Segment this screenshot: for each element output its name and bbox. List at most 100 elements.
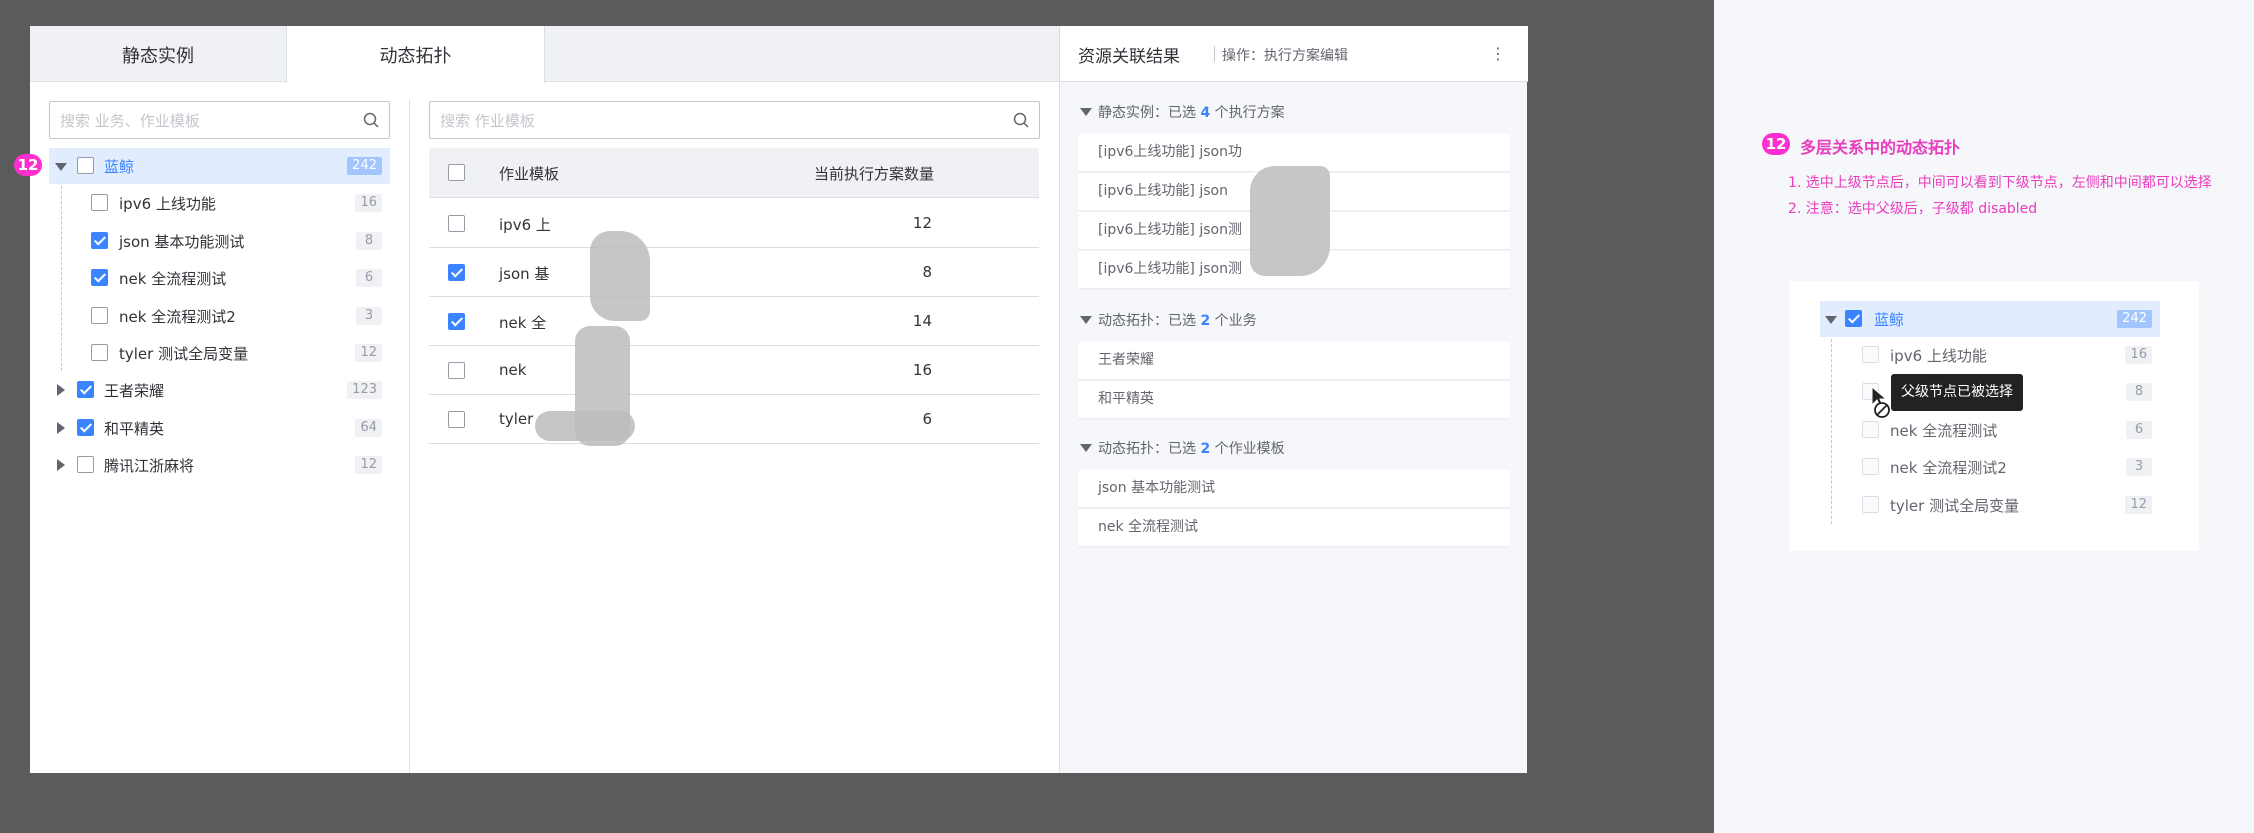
tree-label-mj[interactable]: 腾讯江浙麻将 <box>104 455 194 476</box>
example-checkbox-disabled <box>1862 458 1879 475</box>
caret-down-icon[interactable] <box>1080 108 1092 116</box>
result-title: 资源关联结果 <box>1078 47 1180 67</box>
example-count: 6 <box>2126 421 2152 439</box>
select-all-checkbox[interactable] <box>448 164 465 181</box>
tree-checkbox-hpjy[interactable] <box>77 419 94 436</box>
row-template-name: json 基 <box>499 265 550 283</box>
example-checkbox-root <box>1845 310 1862 327</box>
tree-label-hpjy[interactable]: 和平精英 <box>104 418 164 439</box>
result-panel: 资源关联结果 操作：执行方案编辑 ⋮ 静态实例：已选 4 个执行方案 [ipv6… <box>1059 26 1528 773</box>
panel-divider <box>409 100 410 773</box>
tree-count-child-2: 8 <box>356 232 382 250</box>
table-header: 作业模板 当前执行方案数量 <box>429 148 1039 198</box>
row-checkbox[interactable] <box>448 362 465 379</box>
tree-guide-line <box>1831 339 1832 524</box>
tab-static-instance[interactable]: 静态实例 <box>30 26 287 83</box>
search-icon[interactable] <box>1013 112 1029 128</box>
tab-dynamic-topology[interactable]: 动态拓扑 <box>287 26 545 83</box>
tree-row-selected <box>49 148 390 184</box>
row-template-name: ipv6 上 <box>499 216 551 234</box>
group-business-title[interactable]: 动态拓扑：已选 2 个业务 <box>1098 310 1257 330</box>
column-template: 作业模板 <box>499 165 560 183</box>
row-template-name: tyler <box>499 410 534 428</box>
example-count: 16 <box>2125 346 2152 364</box>
group-template-title[interactable]: 动态拓扑：已选 2 个作业模板 <box>1098 438 1285 458</box>
row-template-name: nek 全 <box>499 314 547 332</box>
tree-count-child-1: 16 <box>355 194 382 212</box>
tree-label-child-1[interactable]: ipv6 上线功能 <box>119 193 216 214</box>
example-label: ipv6 上线功能 <box>1890 347 1987 365</box>
row-template-name: nek <box>499 361 527 379</box>
tree-row-selected <box>1820 301 2160 337</box>
template-search-input[interactable]: 搜索 作业模板 <box>429 101 1040 139</box>
row-checkbox[interactable] <box>448 313 465 330</box>
tree-label-wzry[interactable]: 王者荣耀 <box>104 380 164 401</box>
more-icon[interactable]: ⋮ <box>1490 44 1506 63</box>
result-subtitle: 操作：执行方案编辑 <box>1222 48 1348 64</box>
tree-label-child-2[interactable]: json 基本功能测试 <box>119 231 244 252</box>
tree-checkbox-child-1[interactable] <box>91 194 108 211</box>
example-label: tyler 测试全局变量 <box>1890 497 2020 515</box>
tree-count-mj: 12 <box>355 456 382 474</box>
tree-checkbox-child-2[interactable] <box>91 232 108 249</box>
example-checkbox-disabled <box>1862 421 1879 438</box>
tree-count-hpjy: 64 <box>355 419 382 437</box>
caret-right-icon[interactable] <box>57 384 65 396</box>
table-row[interactable]: json 基 8 <box>429 248 1039 297</box>
row-checkbox[interactable] <box>448 264 465 281</box>
row-checkbox[interactable] <box>448 411 465 428</box>
result-item: 和平精英 <box>1078 381 1510 418</box>
annotation-line: 2. 注意：选中父级后，子级都 disabled <box>1788 201 2038 217</box>
redaction-mark <box>1250 166 1330 276</box>
tree-count-root: 242 <box>347 157 382 175</box>
search-placeholder: 搜索 业务、作业模板 <box>60 111 200 130</box>
forbidden-icon <box>1874 402 1890 418</box>
example-label-root: 蓝鲸 <box>1874 311 1905 329</box>
tree-count-child-5: 12 <box>355 344 382 362</box>
caret-down-icon[interactable] <box>55 163 67 171</box>
caret-down-icon[interactable] <box>1080 444 1092 452</box>
tree-checkbox-mj[interactable] <box>77 456 94 473</box>
caret-down-icon[interactable] <box>1080 316 1092 324</box>
business-search-input[interactable]: 搜索 业务、作业模板 <box>49 101 390 139</box>
row-plan-count: 8 <box>922 263 932 281</box>
tree-checkbox-root[interactable] <box>77 157 94 174</box>
caret-right-icon[interactable] <box>57 459 65 471</box>
tree-label-child-3[interactable]: nek 全流程测试 <box>119 268 226 289</box>
row-plan-count: 12 <box>912 214 932 232</box>
tree-label-child-4[interactable]: nek 全流程测试2 <box>119 306 236 327</box>
row-plan-count: 14 <box>912 312 932 330</box>
tree-checkbox-child-3[interactable] <box>91 269 108 286</box>
search-icon[interactable] <box>363 112 379 128</box>
row-checkbox[interactable] <box>448 215 465 232</box>
tree-guide-line <box>61 186 62 371</box>
tree-count-child-3: 6 <box>356 269 382 287</box>
tree-label-child-5[interactable]: tyler 测试全局变量 <box>119 343 248 364</box>
table-row[interactable]: nek 全 14 <box>429 297 1039 346</box>
group-static-title[interactable]: 静态实例：已选 4 个执行方案 <box>1098 102 1285 122</box>
tree-checkbox-child-5[interactable] <box>91 344 108 361</box>
redaction-mark <box>535 411 635 441</box>
row-plan-count: 6 <box>922 410 932 428</box>
tree-label-root[interactable]: 蓝鲸 <box>104 156 134 177</box>
annotation-badge: 12 <box>1762 133 1790 155</box>
result-header: 资源关联结果 操作：执行方案编辑 ⋮ <box>1060 26 1528 82</box>
result-item: nek 全流程测试 <box>1078 509 1510 546</box>
result-item: json 基本功能测试 <box>1078 470 1510 507</box>
column-plan-count: 当前执行方案数量 <box>813 165 934 183</box>
tab-bar: 静态实例 动态拓扑 <box>30 26 1059 83</box>
table-row[interactable]: tyler 6 <box>429 395 1039 444</box>
example-label: nek 全流程测试2 <box>1890 459 2007 477</box>
tree-checkbox-child-4[interactable] <box>91 307 108 324</box>
search-placeholder: 搜索 作业模板 <box>440 111 535 130</box>
caret-right-icon[interactable] <box>57 422 65 434</box>
table-row[interactable]: nek 16 <box>429 346 1039 395</box>
row-plan-count: 16 <box>912 361 932 379</box>
table-row[interactable]: ipv6 上 12 <box>429 199 1039 248</box>
tree-count-wzry: 123 <box>347 381 382 399</box>
example-count: 3 <box>2126 458 2152 476</box>
annotation-badge: 12 <box>14 154 42 176</box>
resource-selector-window: 静态实例 动态拓扑 搜索 业务、作业模板 蓝鲸 242 ipv6 上线功能 16… <box>30 26 1528 773</box>
tree-checkbox-wzry[interactable] <box>77 381 94 398</box>
caret-down-icon <box>1825 316 1837 324</box>
